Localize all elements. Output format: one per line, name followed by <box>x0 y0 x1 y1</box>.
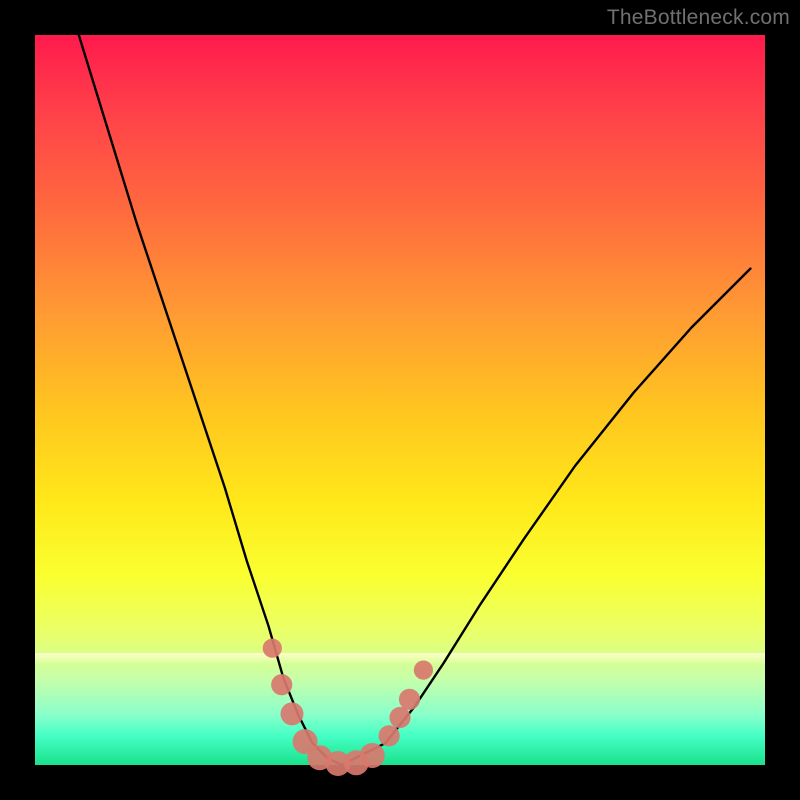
marker-point <box>360 743 385 768</box>
marker-point <box>281 702 304 725</box>
marker-point <box>379 725 400 746</box>
marker-group <box>263 639 433 776</box>
marker-point <box>399 689 420 710</box>
marker-point <box>414 661 433 680</box>
marker-point <box>271 674 292 695</box>
marker-point <box>263 639 282 658</box>
bottleneck-curve <box>79 35 751 765</box>
curve-layer <box>35 35 765 765</box>
watermark-text: TheBottleneck.com <box>607 6 790 30</box>
chart-frame: TheBottleneck.com <box>0 0 800 800</box>
marker-point <box>389 707 410 728</box>
